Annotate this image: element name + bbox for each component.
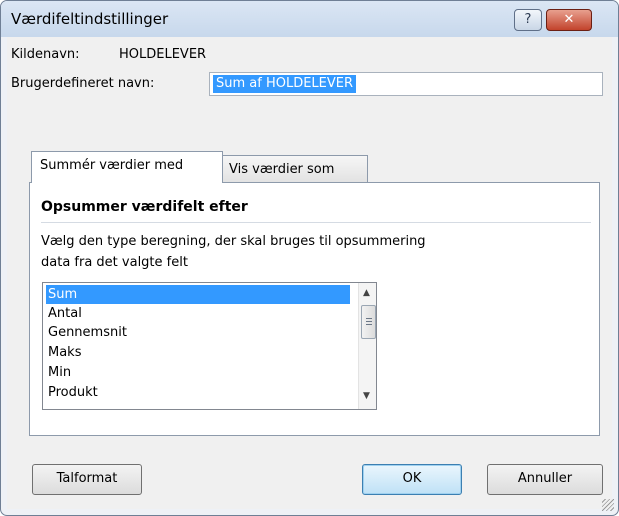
cancel-button[interactable]: Annuller <box>487 464 603 495</box>
source-name-value: HOLDELEVER <box>119 47 207 62</box>
list-item-min[interactable]: Min <box>46 363 350 382</box>
source-name-label: Kildenavn: <box>11 47 80 62</box>
list-item-sum[interactable]: Sum <box>46 285 350 304</box>
close-button[interactable]: ✕ <box>546 9 592 31</box>
list-item-product[interactable]: Produkt <box>46 383 350 402</box>
scroll-up-arrow-icon[interactable]: ▲ <box>363 288 370 298</box>
help-button[interactable]: ? <box>514 9 542 31</box>
list-item-max[interactable]: Maks <box>46 343 350 362</box>
description-line-2: data fra det valgte felt <box>41 255 188 270</box>
number-format-button[interactable]: Talformat <box>32 464 142 495</box>
grip-line <box>366 318 372 319</box>
list-scrollbar[interactable]: ▲ ▼ <box>358 283 376 409</box>
window-title: Værdifeltindstillinger <box>11 10 169 28</box>
section-heading: Opsummer værdifelt efter <box>41 199 248 215</box>
scroll-down-arrow-icon[interactable]: ▼ <box>363 391 370 401</box>
custom-name-input[interactable]: Sum af HOLDELEVER <box>209 72 603 96</box>
tab-show-values-as[interactable]: Vis værdier som <box>220 155 368 184</box>
custom-name-value: Sum af HOLDELEVER <box>213 75 357 93</box>
value-field-settings-dialog: Værdifeltindstillinger ? ✕ Kildenavn: HO… <box>0 0 619 516</box>
custom-name-label: Brugerdefineret navn: <box>11 76 155 91</box>
description-line-1: Vælg den type beregning, der skal bruges… <box>41 234 426 249</box>
resize-grip-icon[interactable] <box>602 499 614 511</box>
grip-line <box>366 321 372 322</box>
tab-panel: Opsummer værdifelt efter Vælg den type b… <box>29 182 600 436</box>
list-item-average[interactable]: Gennemsnit <box>46 323 350 342</box>
title-bar[interactable]: Værdifeltindstillinger ? ✕ <box>1 1 618 37</box>
ok-button[interactable]: OK <box>362 464 462 495</box>
summary-function-list[interactable]: Sum Antal Gennemsnit Maks Min Produkt ▲ … <box>42 282 377 410</box>
list-item-count[interactable]: Antal <box>46 304 350 323</box>
scroll-thumb[interactable] <box>361 305 376 339</box>
tab-summarize-values[interactable]: Summér værdier med <box>31 151 223 183</box>
section-divider <box>41 222 591 223</box>
grip-line <box>366 324 372 325</box>
